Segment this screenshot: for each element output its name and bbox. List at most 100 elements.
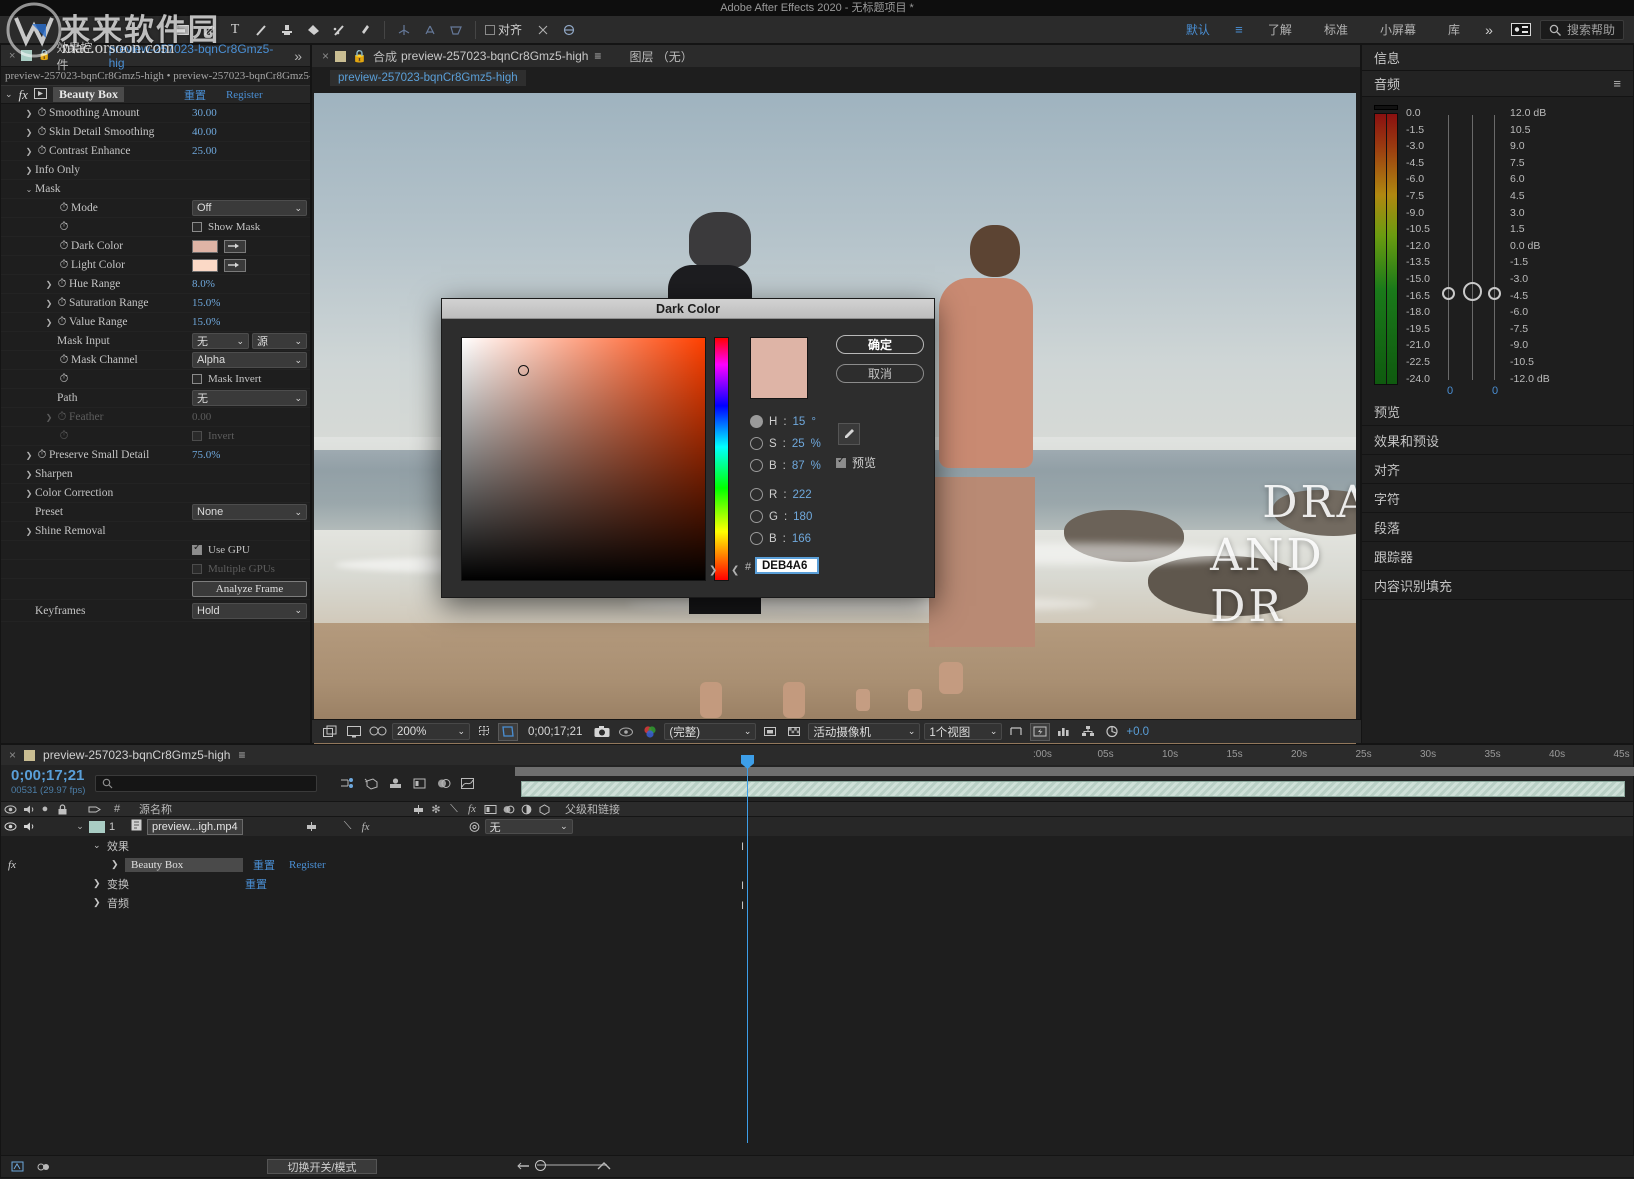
layer-switch-shy-icon[interactable] <box>303 815 321 839</box>
layer-clip-bar[interactable] <box>521 781 1625 797</box>
param-row-mode[interactable]: ⏱ Mode Off ⌄ <box>1 199 310 218</box>
comp-render-flowchart-icon[interactable] <box>9 1155 25 1179</box>
param-value[interactable]: 15.0% <box>192 297 310 309</box>
keyframes-dropdown[interactable]: Hold ⌄ <box>192 603 307 619</box>
exposure-value[interactable]: +0.0 <box>1126 726 1149 738</box>
param-row-path[interactable]: Path 无 ⌄ <box>1 389 310 408</box>
right-dock-panel-对齐[interactable]: 对齐 <box>1362 455 1633 484</box>
param-row-light-color[interactable]: ⏱ Light Color <box>1 256 310 275</box>
workspace-tab-standard[interactable]: 标准 <box>1308 16 1364 44</box>
keyframe-nav-row2-icon[interactable]: I <box>741 880 744 892</box>
composition-panel-menu-icon[interactable]: ≡ <box>594 49 601 63</box>
param-row-preset[interactable]: Preset None ⌄ <box>1 503 310 522</box>
breadcrumb-comp-name[interactable]: preview-257023-bqnCr8Gmz5-high <box>330 70 526 86</box>
stopwatch-icon[interactable]: ⏱ <box>35 126 49 139</box>
field-g-value[interactable]: 180 <box>793 511 812 523</box>
stopwatch-icon[interactable]: ⏱ <box>35 449 49 462</box>
param-row-show-mask[interactable]: ⏱ Show Mask <box>1 218 310 237</box>
snapping-icon[interactable] <box>530 18 556 42</box>
toggle-switches-modes-icon[interactable] <box>35 1155 51 1179</box>
work-area-bar[interactable] <box>515 767 1634 776</box>
fader-knob-right[interactable] <box>1488 287 1501 300</box>
collapse-arrow-icon[interactable]: ⌄ <box>23 185 35 194</box>
param-group-sharpen[interactable]: ❯ Sharpen <box>1 465 310 484</box>
brush-tool-icon[interactable] <box>248 18 274 42</box>
eyedropper-button[interactable] <box>838 423 860 445</box>
keyframe-nav-row1-icon[interactable]: I <box>741 841 744 853</box>
stopwatch-icon[interactable]: ⏱ <box>55 278 69 291</box>
param-row-dark-color[interactable]: ⏱ Dark Color <box>1 237 310 256</box>
saturation-value-field[interactable] <box>461 337 706 581</box>
param-group-color-correction[interactable]: ❯ Color Correction <box>1 484 310 503</box>
composition-mini-flowchart-icon[interactable] <box>335 771 359 795</box>
timeline-ruler[interactable]: :00s05s10s15s20s25s30s35s40s45s50s55s00:… <box>1029 745 1634 767</box>
radio-g[interactable] <box>750 510 763 523</box>
layer-name[interactable]: preview...igh.mp4 <box>147 819 243 835</box>
param-value[interactable]: 75.0% <box>192 449 310 461</box>
param-row-analyze-frame[interactable]: Analyze Frame <box>1 579 310 600</box>
light-color-eyedropper-icon[interactable] <box>224 259 246 272</box>
collapse-arrow-icon[interactable]: ⌄ <box>93 840 107 851</box>
fader-track-right[interactable] <box>1494 115 1495 380</box>
expand-arrow-icon[interactable]: ❯ <box>23 451 35 460</box>
toggle-transparency-icon[interactable] <box>784 723 804 741</box>
preset-dropdown[interactable]: None ⌄ <box>192 504 307 520</box>
analyze-frame-button[interactable]: Analyze Frame <box>192 581 307 597</box>
timeline-zoom-out-icon[interactable] <box>517 1160 531 1175</box>
lock-icon[interactable]: 🔒 <box>38 50 50 61</box>
stopwatch-icon[interactable]: ⏱ <box>57 221 71 234</box>
clone-stamp-tool-icon[interactable] <box>274 18 300 42</box>
preview-checkbox[interactable] <box>836 458 846 468</box>
stopwatch-icon[interactable]: ⏱ <box>57 259 71 272</box>
layer-tab[interactable]: 图层 （无） <box>629 48 692 65</box>
close-icon[interactable]: × <box>322 49 329 63</box>
resolution-dropdown[interactable]: (完整) ⌄ <box>664 723 756 740</box>
show-mask-checkbox[interactable] <box>192 222 202 232</box>
puppet-pin-tool-icon[interactable] <box>352 18 378 42</box>
fader-knob-left[interactable] <box>1442 287 1455 300</box>
graph-editor-icon[interactable] <box>455 771 479 795</box>
field-r-value[interactable]: 222 <box>793 489 812 501</box>
mode-dropdown[interactable]: Off ⌄ <box>192 200 307 216</box>
path-dropdown[interactable]: 无 ⌄ <box>192 390 307 406</box>
hue-slider[interactable] <box>714 337 729 581</box>
stopwatch-icon[interactable]: ⏱ <box>57 373 71 386</box>
keyframe-nav-row3-icon[interactable]: I <box>741 900 744 912</box>
radio-b-blue[interactable] <box>750 532 763 545</box>
layer-label-color[interactable] <box>89 821 105 833</box>
fader-knob-center[interactable] <box>1463 282 1482 301</box>
field-s[interactable]: S: 25 % <box>750 437 821 450</box>
timeline-track-area[interactable]: :00s05s10s15s20s25s30s35s40s45s50s55s00:… <box>515 745 1634 1177</box>
layer-switch-effects-icon[interactable]: fx <box>357 815 375 839</box>
info-panel-tab[interactable]: 信息 <box>1362 45 1633 71</box>
preview-checkbox-row[interactable]: 预览 <box>836 454 876 471</box>
expand-arrow-icon[interactable]: ❯ <box>43 299 55 308</box>
comp-flowchart-icon[interactable] <box>1078 723 1098 741</box>
radio-r[interactable] <box>750 488 763 501</box>
hex-input[interactable]: DEB4A6 <box>755 557 819 574</box>
layer-video-toggle-icon[interactable] <box>1 815 19 839</box>
field-r[interactable]: R: 222 <box>750 488 812 501</box>
timeline-current-timecode[interactable]: 0;00;17;21 00531 (29.97 fps) <box>1 768 85 798</box>
dark-color-swatch[interactable] <box>192 240 218 253</box>
stopwatch-icon[interactable]: ⏱ <box>55 316 69 329</box>
stopwatch-icon[interactable]: ⏱ <box>57 240 71 253</box>
cancel-button[interactable]: 取消 <box>836 364 924 383</box>
ok-button[interactable]: 确定 <box>836 335 924 354</box>
light-color-swatch[interactable] <box>192 259 218 272</box>
fast-previews-icon[interactable] <box>1030 723 1050 741</box>
right-dock-panel-效果和预设[interactable]: 效果和预设 <box>1362 426 1633 455</box>
right-dock-panel-内容识别填充[interactable]: 内容识别填充 <box>1362 571 1633 600</box>
workspace-menu-icon[interactable]: ≡ <box>1226 18 1252 42</box>
world-axis-icon[interactable] <box>443 18 469 42</box>
audio-value-left[interactable]: 0 <box>1447 385 1453 397</box>
lock-icon[interactable]: 🔒 <box>352 49 367 63</box>
expand-arrow-icon[interactable]: ❯ <box>93 878 107 889</box>
use-gpu-checkbox[interactable] <box>192 545 202 555</box>
close-icon[interactable]: × <box>9 748 16 762</box>
roto-brush-tool-icon[interactable] <box>326 18 352 42</box>
parent-pickwhip-icon[interactable] <box>465 815 485 839</box>
region-of-interest-icon[interactable] <box>498 723 518 741</box>
pen-tool-icon[interactable] <box>196 18 222 42</box>
expand-arrow-icon[interactable]: ❯ <box>23 109 35 118</box>
